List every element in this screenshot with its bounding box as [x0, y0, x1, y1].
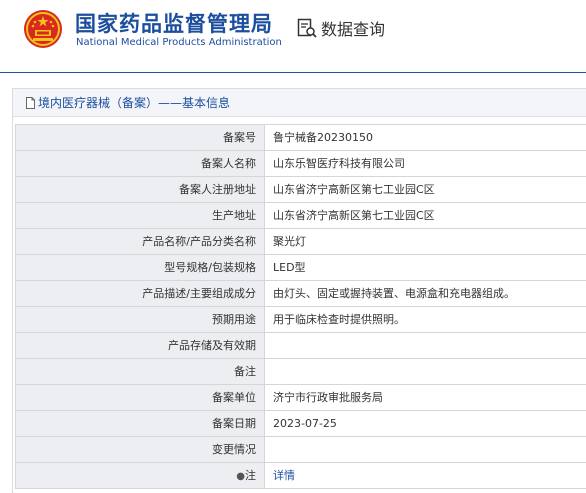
- row-value: 山东省济宁高新区第七工业园C区: [265, 203, 586, 228]
- row-value: [265, 333, 586, 358]
- row-label: 预期用途: [15, 307, 265, 332]
- row-label: 产品名称/产品分类名称: [15, 229, 265, 254]
- data-query-link[interactable]: 数据查询: [296, 15, 385, 41]
- row-value: 鲁宁械备20230150: [265, 125, 586, 150]
- table-row: 型号规格/包装规格 LED型: [15, 255, 586, 281]
- row-label: 产品存储及有效期: [15, 333, 265, 358]
- row-label: 变更情况: [15, 437, 265, 462]
- row-value: 2023-07-25: [265, 411, 586, 436]
- panel-title: 境内医疗器械（备案）——基本信息: [38, 96, 231, 110]
- info-table: 备案号 鲁宁械备20230150 备案人名称 山东乐智医疗科技有限公司 备案人注…: [15, 124, 586, 489]
- note-label: ●注: [15, 463, 265, 488]
- national-emblem-icon: [24, 10, 62, 48]
- pin-icon: ●: [236, 471, 245, 482]
- table-row: 产品存储及有效期: [15, 333, 586, 359]
- basic-info-panel: 境内医疗器械（备案）——基本信息 备案号 鲁宁械备20230150 备案人名称 …: [12, 88, 586, 493]
- row-value: 山东乐智医疗科技有限公司: [265, 151, 586, 176]
- details-link[interactable]: 详情: [265, 463, 586, 488]
- document-icon: [26, 96, 35, 109]
- table-row-note: ●注 详情: [15, 463, 586, 489]
- row-value: [265, 437, 586, 462]
- table-row: 备案号 鲁宁械备20230150: [15, 125, 586, 151]
- panel-header: 境内医疗器械（备案）——基本信息: [13, 89, 586, 117]
- row-value: 聚光灯: [265, 229, 586, 254]
- row-value: 用于临床检查时提供照明。: [265, 307, 586, 332]
- table-row: 备案日期 2023-07-25: [15, 411, 586, 437]
- row-label: 备案号: [15, 125, 265, 150]
- site-header: 国家药品监督管理局 National Medical Products Admi…: [0, 0, 586, 73]
- row-label: 产品描述/主要组成成分: [15, 281, 265, 306]
- org-name-cn: 国家药品监督管理局: [75, 12, 273, 36]
- row-label: 备案单位: [15, 385, 265, 410]
- row-value: LED型: [265, 255, 586, 280]
- row-label: 备案人名称: [15, 151, 265, 176]
- data-query-label: 数据查询: [321, 20, 386, 39]
- row-label: 备案人注册地址: [15, 177, 265, 202]
- table-row: 生产地址 山东省济宁高新区第七工业园C区: [15, 203, 586, 229]
- table-row: 产品名称/产品分类名称 聚光灯: [15, 229, 586, 255]
- org-name-en: National Medical Products Administration: [76, 37, 282, 48]
- row-label: 备注: [15, 359, 265, 384]
- table-row: 变更情况: [15, 437, 586, 463]
- row-label: 型号规格/包装规格: [15, 255, 265, 280]
- table-row: 备注: [15, 359, 586, 385]
- row-value: 由灯头、固定或握持装置、电源盒和充电器组成。: [265, 281, 586, 306]
- table-row: 备案人注册地址 山东省济宁高新区第七工业园C区: [15, 177, 586, 203]
- note-label-text: 注: [245, 469, 256, 482]
- table-row: 预期用途 用于临床检查时提供照明。: [15, 307, 586, 333]
- table-row: 产品描述/主要组成成分 由灯头、固定或握持装置、电源盒和充电器组成。: [15, 281, 586, 307]
- row-value: 山东省济宁高新区第七工业园C区: [265, 177, 586, 202]
- table-row: 备案人名称 山东乐智医疗科技有限公司: [15, 151, 586, 177]
- table-row: 备案单位 济宁市行政审批服务局: [15, 385, 586, 411]
- row-label: 生产地址: [15, 203, 265, 228]
- row-value: [265, 359, 586, 384]
- document-search-icon: [297, 18, 317, 38]
- row-label: 备案日期: [15, 411, 265, 436]
- row-value: 济宁市行政审批服务局: [265, 385, 586, 410]
